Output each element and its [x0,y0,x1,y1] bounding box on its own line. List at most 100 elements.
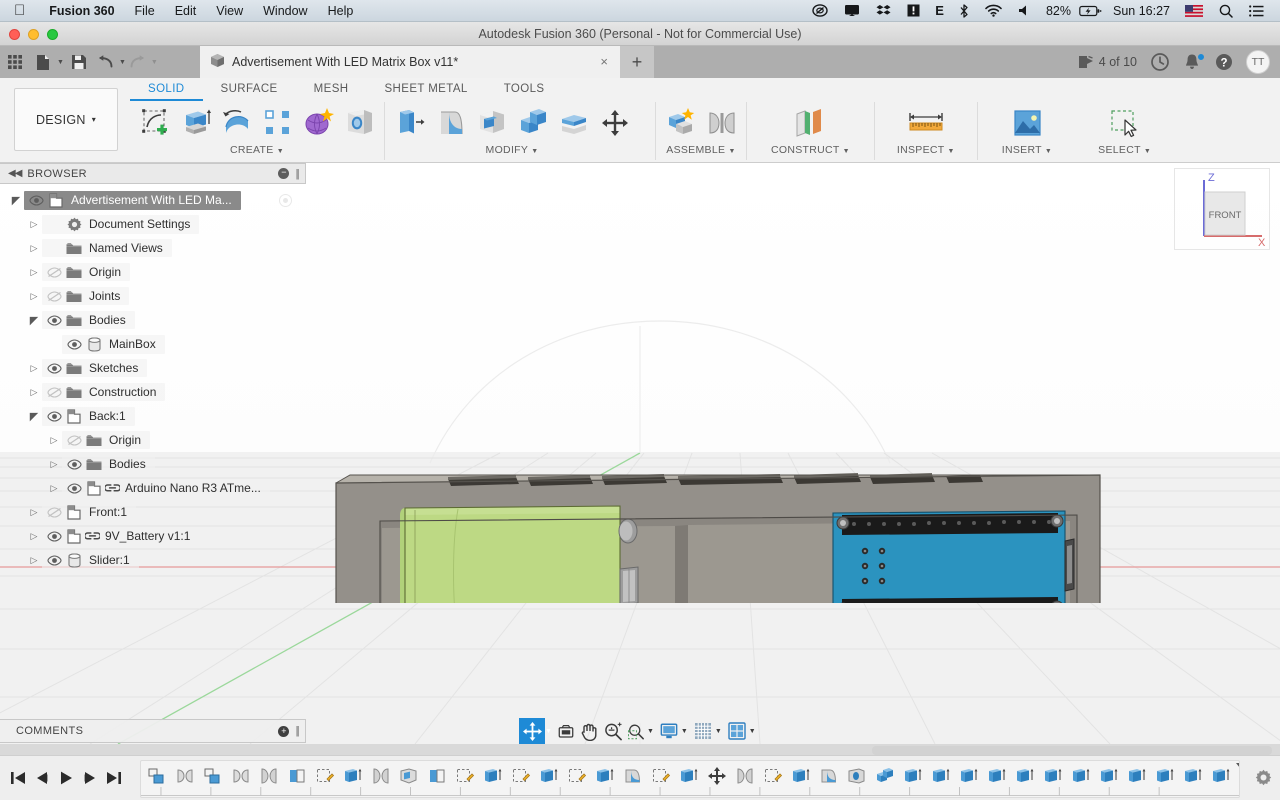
timeline-feature-sketch[interactable] [647,763,675,789]
3d-viewport[interactable]: ◀◀ BROWSER − ||| ◤Advertisement With LED… [0,163,1280,744]
fit-caret-icon[interactable]: ▼ [647,728,657,735]
fit-tool-button[interactable] [625,718,647,744]
browser-tree-item[interactable]: ▷Slider:1 [0,548,306,572]
offset-plane-icon[interactable] [790,103,831,143]
step-forward-button[interactable] [78,764,102,792]
shell-icon[interactable] [471,103,512,143]
timeline-feature-extrude[interactable] [1039,763,1067,789]
visibility-eye-icon[interactable] [64,459,84,470]
view-cube[interactable]: Z X FRONT [1174,168,1270,250]
timeline-feature-sketch[interactable] [507,763,535,789]
onedrive-alert-icon[interactable] [899,4,928,17]
timeline-settings-gear-icon[interactable] [1255,769,1272,789]
offset-face-icon[interactable] [553,103,594,143]
panel-label-construct[interactable]: CONSTRUCT ▼ [771,144,850,158]
visibility-eye-icon[interactable] [44,363,64,374]
browser-tree-item[interactable]: ▷Construction [0,380,306,404]
insert-mcmaster-icon[interactable] [1006,103,1047,143]
timeline-feature-mirror[interactable] [367,763,395,789]
timeline-feature-extrude[interactable] [1011,763,1039,789]
orbit-caret-icon[interactable]: ▼ [545,728,555,735]
comments-grip-icon[interactable]: ||| [295,725,301,737]
visibility-eye-off-icon[interactable] [44,267,64,278]
browser-tree-item[interactable]: MainBox [0,332,306,356]
measure-icon[interactable] [905,103,946,143]
panel-label-create[interactable]: CREATE ▼ [230,144,284,158]
extrude-icon[interactable] [175,103,216,143]
look-at-tool-button[interactable] [555,718,577,744]
zoom-tool-button[interactable] [601,718,625,744]
viewports-button[interactable] [725,718,749,744]
model-led-matrix-box[interactable] [320,303,1120,603]
timeline-feature-extrude[interactable] [955,763,983,789]
expand-arrow-icon[interactable]: ▷ [26,291,42,302]
airplay-display-icon[interactable] [836,4,868,17]
expand-arrow-icon[interactable]: ▷ [46,459,62,470]
move-copy-icon[interactable] [594,103,635,143]
menu-window[interactable]: Window [253,0,317,22]
browser-tree-item[interactable]: ▷Origin [0,260,306,284]
show-data-panel-button[interactable] [0,46,30,78]
tab-tools[interactable]: TOOLS [486,79,563,101]
timeline-feature-extrude[interactable] [1151,763,1179,789]
form-icon[interactable] [298,103,339,143]
timeline-feature-extrude[interactable] [1179,763,1207,789]
timeline-feature-sketch[interactable] [759,763,787,789]
timeline-feature-joint[interactable] [171,763,199,789]
display-caret-icon[interactable]: ▼ [681,728,691,735]
timeline-feature-extrude[interactable] [787,763,815,789]
revolve-icon[interactable] [216,103,257,143]
orbit-tool-button[interactable] [519,718,545,744]
new-component-icon[interactable] [660,103,701,143]
help-question-icon[interactable]: ? [1208,53,1240,71]
display-settings-button[interactable] [657,718,681,744]
expand-arrow-icon[interactable]: ▷ [26,387,42,398]
visibility-eye-icon[interactable] [26,195,46,206]
timeline-feature-extrude[interactable] [927,763,955,789]
circle-plus-icon[interactable]: + [278,726,289,737]
panel-label-select[interactable]: SELECT ▼ [1098,144,1151,158]
browser-tree-item[interactable]: ▷Document Settings [0,212,306,236]
volume-icon[interactable] [1010,4,1039,17]
menu-fusion360[interactable]: Fusion 360 [39,0,124,22]
expand-arrow-icon[interactable]: ▷ [26,531,42,542]
collapse-arrow-icon[interactable]: ◤ [26,314,42,327]
timeline-feature-mirror[interactable] [255,763,283,789]
timeline-feature-extrude[interactable] [1067,763,1095,789]
timeline-feature-sketch[interactable] [311,763,339,789]
expand-arrow-icon[interactable]: ▷ [26,555,42,566]
fillet-icon[interactable] [430,103,471,143]
activate-component-radio[interactable] [279,194,292,207]
step-back-button[interactable] [30,764,54,792]
tab-mesh[interactable]: MESH [296,79,367,101]
timeline-feature-extrude[interactable] [899,763,927,789]
timeline-feature-move[interactable] [703,763,731,789]
job-status-button[interactable]: 4 of 10 [1071,55,1144,70]
wifi-icon[interactable] [977,4,1010,17]
grid-snaps-button[interactable] [691,718,715,744]
redo-caret-icon[interactable]: ▼ [151,59,158,66]
visibility-eye-off-icon[interactable] [44,387,64,398]
timeline-feature-extrude[interactable] [675,763,703,789]
clock-label[interactable]: Sun 16:27 [1106,4,1177,18]
joint-icon[interactable] [701,103,742,143]
circle-minus-icon[interactable]: − [278,168,289,179]
visibility-eye-icon[interactable] [64,483,84,494]
visibility-eye-icon[interactable] [44,411,64,422]
panel-grip-icon[interactable]: ||| [295,168,301,180]
expand-arrow-icon[interactable]: ▷ [26,363,42,374]
spotlight-search-icon[interactable] [1211,4,1241,18]
collapse-arrow-icon[interactable]: ◤ [8,194,24,207]
timeline-feature-fillet[interactable] [619,763,647,789]
panel-label-insert[interactable]: INSERT ▼ [1002,144,1052,158]
browser-tree-item[interactable]: ▷Bodies [0,452,306,476]
browser-tree-item[interactable]: ▷Arduino Nano R3 ATme... [0,476,306,500]
timeline-track[interactable] [140,760,1240,798]
workspace-selector-design[interactable]: DESIGN ▾ [14,88,118,151]
menu-help[interactable]: Help [318,0,364,22]
panel-label-inspect[interactable]: INSPECT ▼ [897,144,955,158]
timeline-feature-mirror[interactable] [731,763,759,789]
expand-arrow-icon[interactable]: ▷ [46,483,62,494]
grid-caret-icon[interactable]: ▼ [715,728,725,735]
browser-tree-item[interactable]: ▷9V_Battery v1:1 [0,524,306,548]
